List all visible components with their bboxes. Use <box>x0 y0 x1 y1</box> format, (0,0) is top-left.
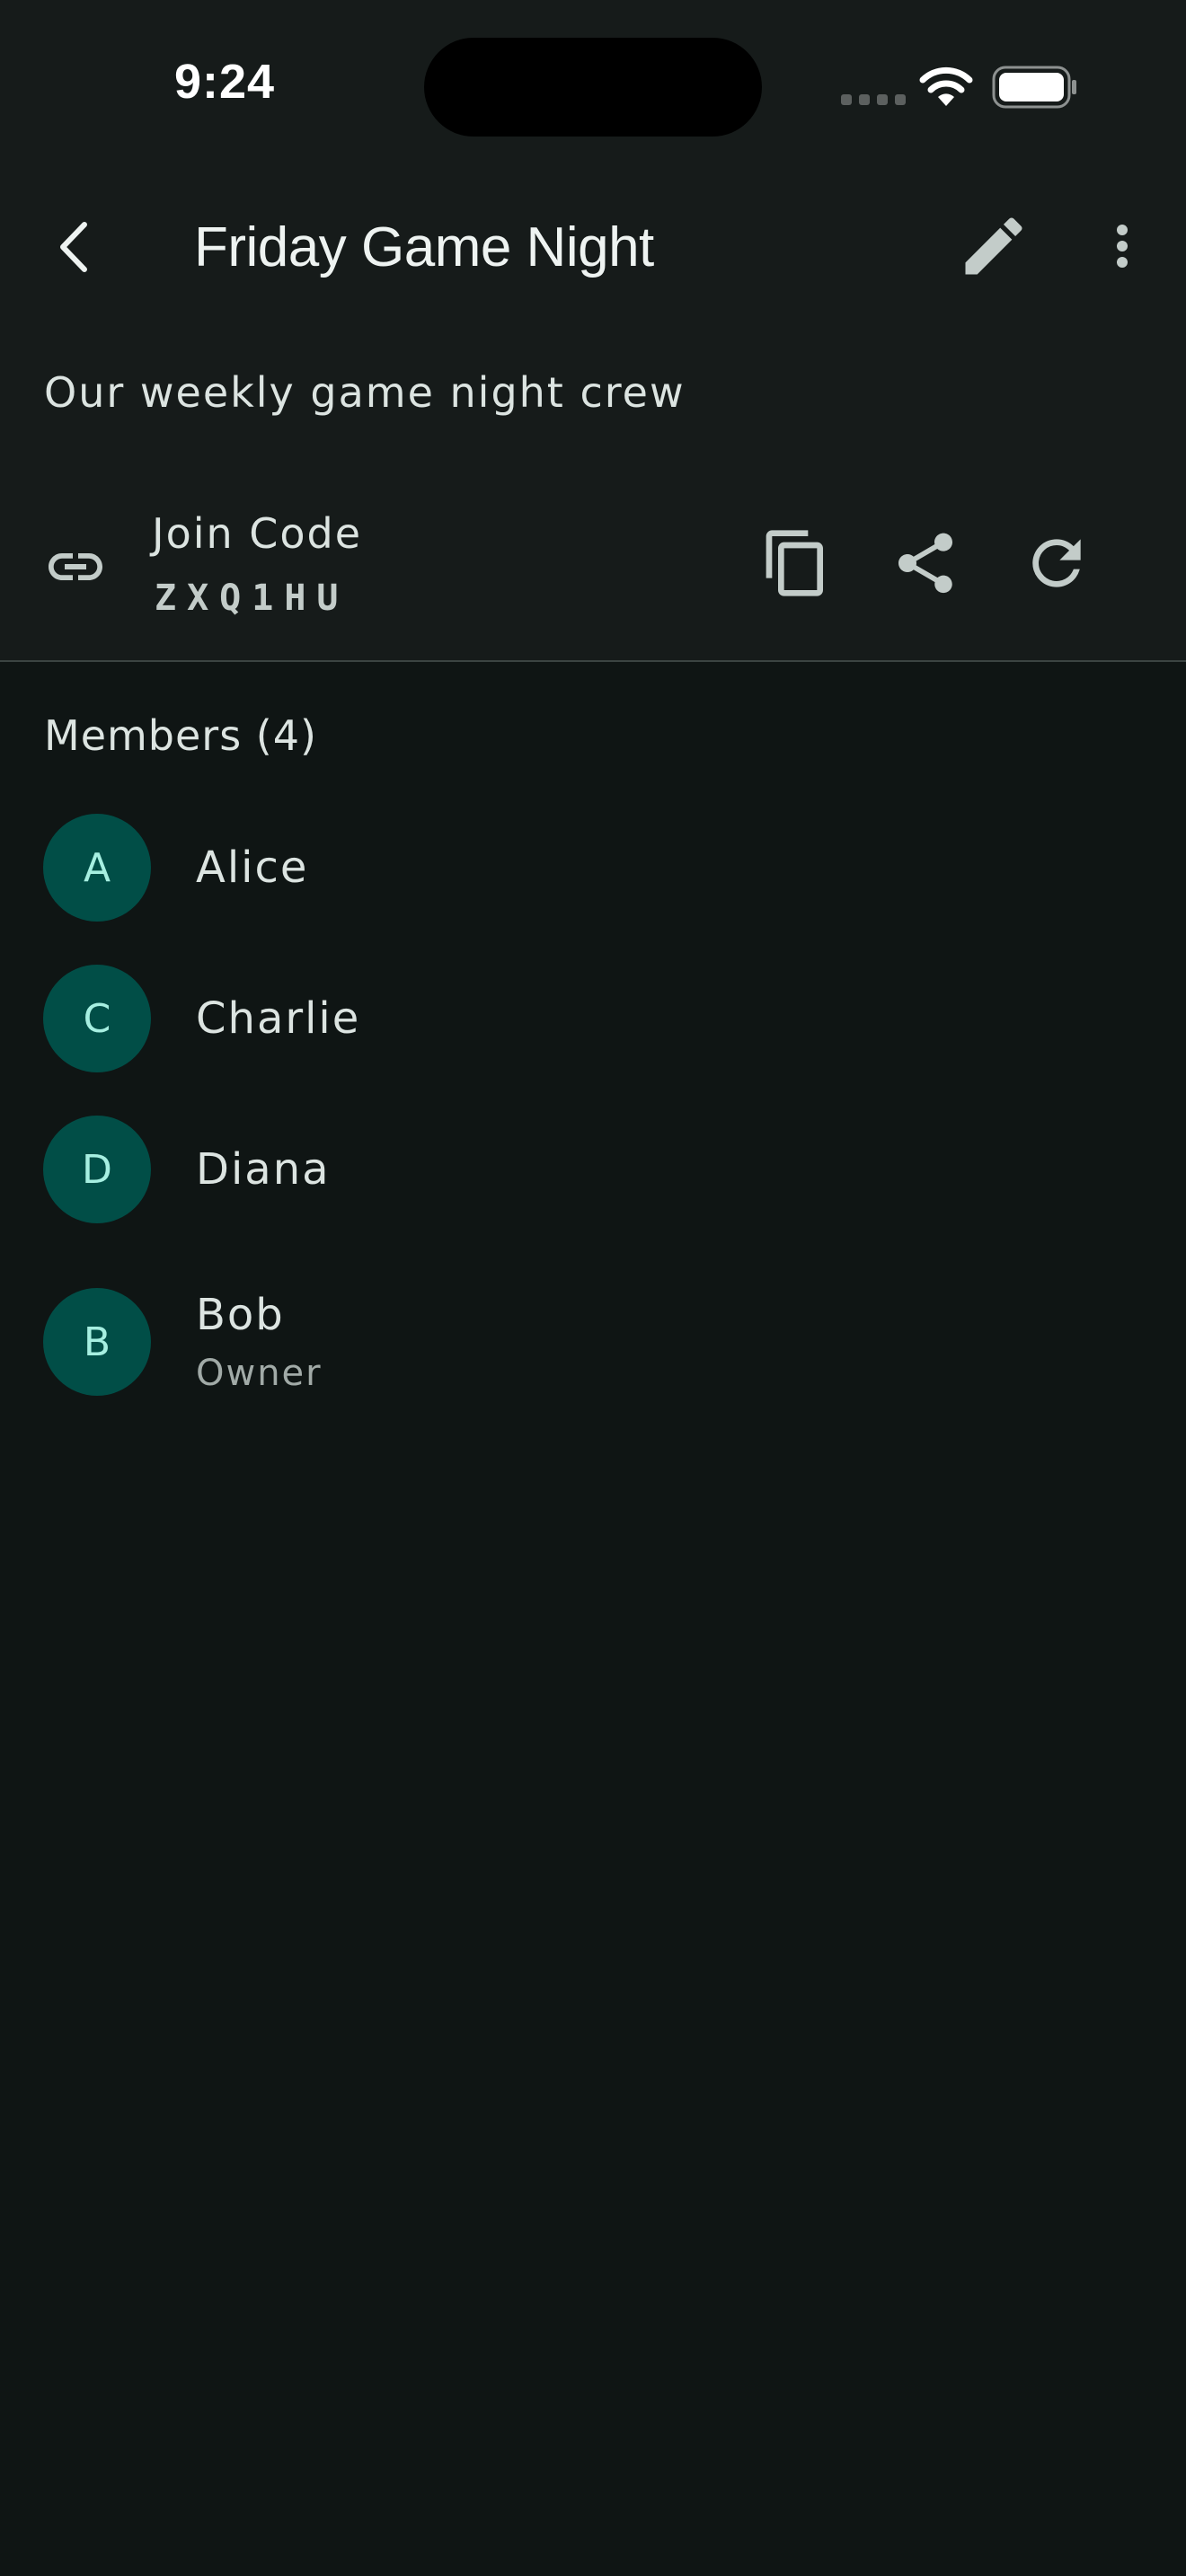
member-row-diana[interactable]: D Diana <box>0 1116 1186 1223</box>
page-title: Friday Game Night <box>194 216 654 278</box>
status-time: 9:24 <box>173 55 276 109</box>
member-name: Diana <box>196 1144 331 1195</box>
join-code-value: ZXQ1HU <box>155 578 350 619</box>
back-button[interactable] <box>45 216 108 278</box>
member-row-charlie[interactable]: C Charlie <box>0 965 1186 1072</box>
member-name: Bob <box>196 1290 285 1340</box>
members-heading: Members (4) <box>44 711 317 760</box>
member-role-badge: Owner <box>196 1353 323 1394</box>
more-options-button[interactable] <box>1091 208 1154 284</box>
more-vert-icon <box>1117 225 1128 268</box>
app-bar: Friday Game Night <box>0 171 1186 323</box>
share-icon <box>898 533 952 594</box>
avatar: D <box>43 1116 151 1223</box>
link-icon <box>43 534 108 599</box>
group-description: Our weekly game night crew <box>44 368 686 417</box>
copy-icon <box>766 530 823 596</box>
battery-icon <box>992 65 1078 110</box>
avatar: A <box>43 814 151 922</box>
wifi-icon <box>918 65 974 108</box>
member-row-bob[interactable]: B Bob Owner <box>0 1288 1186 1396</box>
description-section: Our weekly game night crew <box>0 323 1186 463</box>
regenerate-code-button[interactable] <box>1021 527 1093 599</box>
join-code-label: Join Code <box>152 509 363 558</box>
copy-code-button[interactable] <box>760 527 832 599</box>
share-code-button[interactable] <box>890 527 961 599</box>
refresh-icon <box>1032 539 1081 587</box>
avatar: C <box>43 965 151 1072</box>
cell-signal-icon <box>841 94 906 105</box>
join-code-section: Join Code ZXQ1HU <box>0 463 1186 662</box>
member-name: Alice <box>196 842 309 893</box>
member-row-alice[interactable]: A Alice <box>0 814 1186 922</box>
member-name: Charlie <box>196 993 361 1044</box>
status-bar: 9:24 <box>0 0 1186 171</box>
pencil-icon <box>965 217 1022 275</box>
dynamic-island <box>424 38 762 137</box>
edit-button[interactable] <box>956 208 1031 284</box>
avatar: B <box>43 1288 151 1396</box>
back-arrow-icon <box>60 222 87 272</box>
